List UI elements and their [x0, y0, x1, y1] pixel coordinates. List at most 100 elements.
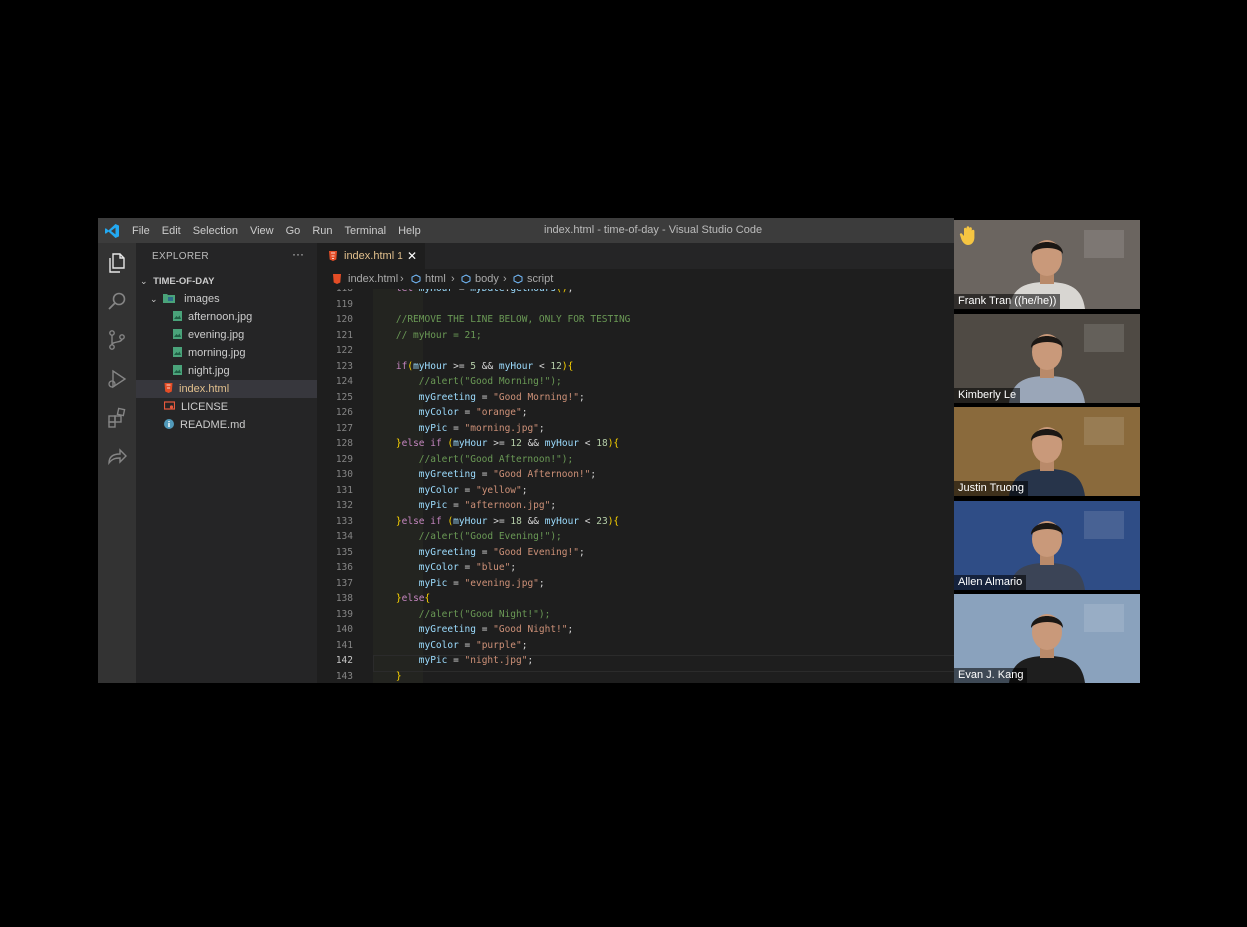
- raised-hand-icon: [959, 226, 975, 245]
- code-line[interactable]: myColor = "purple";: [373, 640, 528, 651]
- line-number: 120: [335, 314, 353, 325]
- code-line[interactable]: myPic = "morning.jpg";: [373, 423, 545, 434]
- file-label: afternoon.jpg: [188, 311, 253, 323]
- line-number: 133: [335, 515, 353, 527]
- code-line[interactable]: //alert("Good Morning!");: [373, 376, 562, 387]
- menu-help[interactable]: Help: [398, 225, 421, 237]
- title-bar: File Edit Selection View Go Run Terminal Help i…: [98, 218, 954, 243]
- code-line[interactable]: }else if (myHour >= 12 && myHour < 18){: [373, 438, 619, 449]
- chevron-right-icon: ›: [400, 273, 404, 285]
- info-file-icon: [164, 419, 174, 429]
- menu-selection[interactable]: Selection: [193, 225, 238, 237]
- code-line[interactable]: //alert("Good Afternoon!");: [373, 454, 573, 465]
- file-label: morning.jpg: [188, 347, 246, 359]
- code-line[interactable]: myColor = "orange";: [373, 407, 528, 418]
- editor-tabs: index.html 1 ✕: [317, 243, 954, 269]
- code-line[interactable]: myColor = "yellow";: [373, 485, 528, 496]
- activity-bar: [98, 243, 136, 683]
- line-number: 135: [335, 546, 353, 558]
- code-line[interactable]: myGreeting = "Good Morning!";: [373, 392, 585, 403]
- more-actions-icon[interactable]: ···: [292, 247, 304, 261]
- line-number: 121: [335, 329, 353, 341]
- breadcrumb: index.html › html › body › script: [317, 269, 954, 289]
- line-number: 137: [335, 577, 353, 589]
- explorer-icon[interactable]: [105, 251, 129, 275]
- line-number: 124: [335, 376, 353, 387]
- participant-video-tile[interactable]: Allen Almario: [954, 500, 1140, 590]
- line-number: 128: [335, 438, 353, 449]
- code-line[interactable]: myGreeting = "Good Evening!";: [373, 547, 585, 558]
- code-line[interactable]: //REMOVE THE LINE BELOW, ONLY FOR TESTIN…: [373, 314, 631, 325]
- line-number: 129: [335, 453, 353, 465]
- line-number: 123: [335, 360, 353, 372]
- element-icon: [411, 274, 421, 284]
- line-number: 122: [335, 345, 353, 356]
- image-file-icon: [173, 365, 182, 375]
- source-control-icon[interactable]: [105, 328, 129, 352]
- menu-file[interactable]: File: [132, 225, 150, 237]
- participant-video-tile[interactable]: Frank Tran ((he/he)): [954, 220, 1140, 309]
- explorer-panel: EXPLORER ··· ⌄ TIME-OF-DAY ⌄ images afte…: [136, 243, 345, 683]
- line-number: 136: [335, 562, 353, 573]
- line-number: 118: [317, 289, 353, 294]
- code-line[interactable]: }: [373, 671, 402, 682]
- code-line[interactable]: myPic = "night.jpg";: [373, 655, 533, 666]
- screen-share: File Edit Selection View Go Run Terminal Help i…: [98, 218, 1140, 683]
- participant-video-tile[interactable]: Evan J. Kang: [954, 594, 1140, 683]
- menu-run[interactable]: Run: [312, 225, 332, 237]
- participant-name: Kimberly Le: [954, 387, 1021, 403]
- line-number: 126: [335, 407, 353, 418]
- breadcrumb-script[interactable]: script: [527, 269, 553, 289]
- breadcrumb-body[interactable]: body: [475, 269, 499, 289]
- code-line[interactable]: myColor = "blue";: [373, 562, 516, 573]
- line-number: 127: [335, 422, 353, 434]
- run-debug-icon[interactable]: [105, 367, 129, 391]
- menu-view[interactable]: View: [250, 225, 274, 237]
- participant-name: Justin Truong: [954, 481, 1029, 496]
- file-readme-md[interactable]: README.md: [136, 416, 345, 434]
- menu-edit[interactable]: Edit: [162, 225, 181, 237]
- file-label: index.html: [179, 383, 230, 395]
- explorer-title: EXPLORER: [152, 251, 209, 262]
- folder-label: TIME-OF-DAY: [153, 276, 215, 287]
- search-icon[interactable]: [105, 289, 129, 313]
- chevron-down-icon: ⌄: [150, 294, 158, 304]
- tab-index-html[interactable]: index.html 1 ✕: [317, 243, 425, 269]
- image-file-icon: [173, 329, 182, 339]
- file-license[interactable]: LICENSE: [136, 398, 345, 416]
- close-tab-icon[interactable]: ✕: [407, 243, 417, 269]
- vscode-logo-icon: [105, 224, 119, 238]
- image-file-icon: [173, 311, 182, 321]
- code-line[interactable]: }else if (myHour >= 18 && myHour < 23){: [373, 516, 619, 527]
- code-line[interactable]: myGreeting = "Good Afternoon!";: [373, 469, 596, 480]
- line-number: 140: [335, 624, 353, 635]
- breadcrumb-html[interactable]: html: [425, 269, 446, 289]
- live-share-icon[interactable]: [105, 445, 129, 469]
- code-line[interactable]: if(myHour >= 5 && myHour < 12){: [373, 361, 573, 372]
- folder-time-of-day[interactable]: ⌄ TIME-OF-DAY: [136, 272, 321, 290]
- code-line[interactable]: // myHour = 21;: [373, 330, 482, 341]
- code-line[interactable]: myPic = "evening.jpg";: [373, 578, 545, 589]
- code-line[interactable]: //alert("Good Night!");: [373, 609, 551, 620]
- file-label: README.md: [180, 419, 246, 431]
- folder-images[interactable]: ⌄ images: [136, 290, 331, 308]
- code-line[interactable]: let myHour = myDate.getHours();: [373, 289, 573, 294]
- file-label: night.jpg: [188, 365, 230, 377]
- images-folder-icon: [163, 294, 176, 303]
- menu-go[interactable]: Go: [286, 225, 301, 237]
- code-line[interactable]: }else{: [373, 593, 430, 604]
- license-file-icon: [164, 401, 175, 410]
- file-index-html[interactable]: index.html1: [136, 380, 345, 398]
- code-line[interactable]: myPic = "afternoon.jpg";: [373, 500, 556, 511]
- code-line[interactable]: //alert("Good Evening!");: [373, 531, 562, 542]
- folder-label: images: [184, 293, 220, 305]
- breadcrumb-file[interactable]: index.html: [348, 269, 398, 289]
- participant-video-tile[interactable]: Kimberly Le: [954, 313, 1140, 403]
- menu-terminal[interactable]: Terminal: [345, 225, 387, 237]
- extensions-icon[interactable]: [105, 406, 129, 430]
- code-line[interactable]: myGreeting = "Good Night!";: [373, 624, 573, 635]
- image-file-icon: [173, 347, 182, 357]
- code-editor[interactable]: 118 let myHour = myDate.getHours(); 119 12…: [317, 289, 954, 683]
- element-icon: [461, 274, 471, 284]
- participant-video-tile[interactable]: Justin Truong: [954, 407, 1140, 496]
